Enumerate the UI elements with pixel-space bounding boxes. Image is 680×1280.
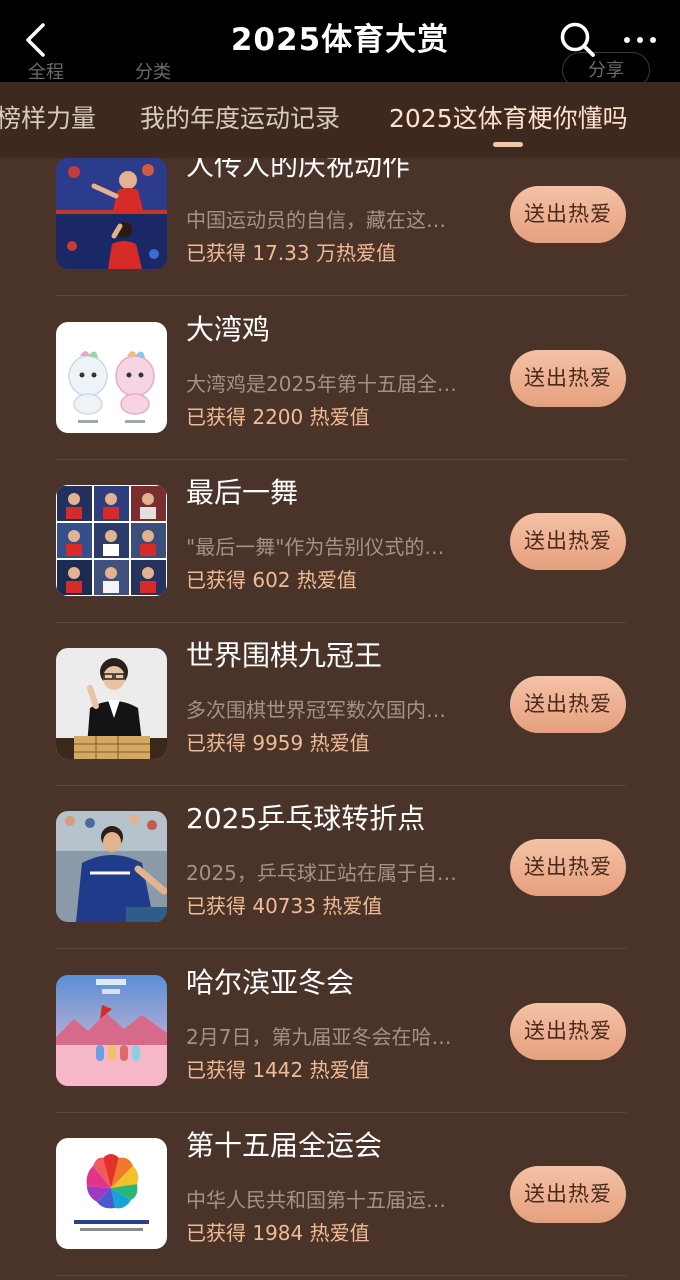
divider — [56, 622, 626, 623]
table-tennis-thumbnail[interactable] — [56, 811, 167, 922]
item-love-count: 已获得 9959 热爱值 — [186, 731, 370, 755]
tab-sports-memes[interactable]: 2025这体育梗你懂吗 — [389, 102, 628, 136]
more-dots-icon — [624, 37, 656, 43]
divider — [56, 948, 626, 949]
athletes-grid-thumbnail[interactable] — [56, 485, 167, 596]
item-description: "最后一舞"作为告别仪式的… — [186, 535, 445, 559]
asian-winter-games-thumbnail[interactable] — [56, 975, 167, 1086]
divider — [56, 295, 626, 296]
send-love-button[interactable]: 送出热爱 — [510, 1166, 626, 1223]
list-item: 第十五届全运会 中华人民共和国第十五届运… 已获得 1984 热爱值 送出热爱 — [56, 1129, 626, 1280]
item-description: 2025，乒乓球正站在属于自… — [186, 861, 457, 885]
list-item: 哈尔滨亚冬会 2月7日，第九届亚冬会在哈… 已获得 1442 热爱值 送出热爱 — [56, 966, 626, 1139]
item-title: 人传人的庆祝动作 — [186, 158, 411, 182]
item-love-count: 已获得 2200 热爱值 — [186, 405, 370, 429]
search-icon — [560, 22, 595, 57]
send-love-button[interactable]: 送出热爱 — [510, 350, 626, 407]
item-title: 世界围棋九冠王 — [186, 639, 383, 672]
item-title: 最后一舞 — [186, 476, 299, 509]
divider — [56, 459, 626, 460]
divider — [56, 1275, 626, 1276]
item-description: 大湾鸡是2025年第十五届全… — [186, 372, 457, 396]
item-love-count: 已获得 40733 热爱值 — [186, 894, 383, 918]
meme-list: 人传人的庆祝动作 中国运动员的自信，藏在这… 已获得 17.33 万热爱值 送出… — [0, 158, 680, 1280]
go-player-thumbnail[interactable] — [56, 648, 167, 759]
list-item: 世界围棋九冠王 多次围棋世界冠军数次国内… 已获得 9959 热爱值 送出热爱 — [56, 639, 626, 812]
tab-role-models[interactable]: 榜样力量 — [0, 102, 96, 136]
divider — [56, 1112, 626, 1113]
divider — [56, 785, 626, 786]
list-item: 大湾鸡 大湾鸡是2025年第十五届全… 已获得 2200 热爱值 送出热爱 — [56, 313, 626, 486]
item-love-count: 已获得 1984 热爱值 — [186, 1221, 370, 1245]
send-love-button[interactable]: 送出热爱 — [510, 513, 626, 570]
item-love-count: 已获得 17.33 万热爱值 — [186, 241, 396, 265]
item-love-count: 已获得 1442 热爱值 — [186, 1058, 370, 1082]
send-love-button[interactable]: 送出热爱 — [510, 839, 626, 896]
list-item: 2025乒乓球转折点 2025，乒乓球正站在属于自… 已获得 40733 热爱值… — [56, 802, 626, 975]
item-title: 2025乒乓球转折点 — [186, 802, 426, 835]
search-button[interactable] — [556, 18, 600, 62]
item-description: 中华人民共和国第十五届运… — [186, 1188, 446, 1212]
active-tab-indicator — [493, 142, 523, 147]
item-title: 第十五届全运会 — [186, 1129, 383, 1162]
top-bar: 全程 分类 分享 2025体育大赏 — [0, 0, 680, 88]
national-games-thumbnail[interactable] — [56, 1138, 167, 1249]
mascot-thumbnail[interactable] — [56, 322, 167, 433]
send-love-button[interactable]: 送出热爱 — [510, 676, 626, 733]
tab-annual-record[interactable]: 我的年度运动记录 — [140, 102, 340, 136]
more-button[interactable] — [616, 18, 664, 62]
celebration-thumbnail[interactable] — [56, 158, 167, 269]
send-love-button[interactable]: 送出热爱 — [510, 1003, 626, 1060]
item-title: 大湾鸡 — [186, 313, 271, 346]
item-description: 中国运动员的自信，藏在这… — [186, 208, 446, 232]
tab-bar: 榜样力量 我的年度运动记录 2025这体育梗你懂吗 — [0, 82, 680, 158]
send-love-button[interactable]: 送出热爱 — [510, 186, 626, 243]
item-love-count: 已获得 602 热爱值 — [186, 568, 357, 592]
item-description: 2月7日，第九届亚冬会在哈… — [186, 1025, 452, 1049]
item-description: 多次围棋世界冠军数次国内… — [186, 698, 446, 722]
list-item: 人传人的庆祝动作 中国运动员的自信，藏在这… 已获得 17.33 万热爱值 送出… — [56, 158, 626, 322]
list-item: 最后一舞 "最后一舞"作为告别仪式的… 已获得 602 热爱值 送出热爱 — [56, 476, 626, 649]
item-title: 哈尔滨亚冬会 — [186, 966, 355, 999]
